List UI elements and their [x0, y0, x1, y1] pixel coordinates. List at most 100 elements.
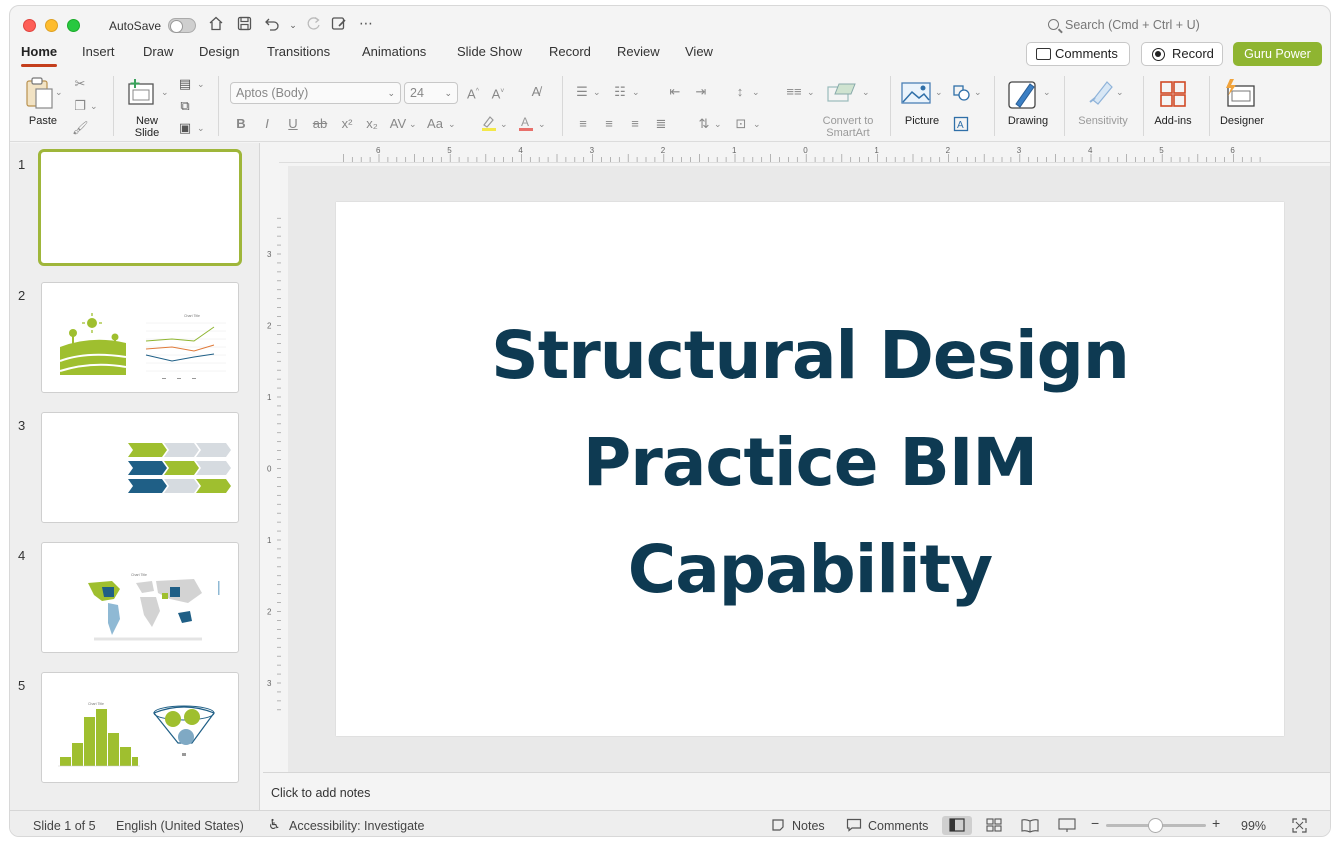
record-button[interactable]: Record — [1141, 42, 1223, 66]
change-case-icon[interactable]: Aa — [425, 116, 445, 132]
tab-slide-show[interactable]: Slide Show — [457, 44, 522, 70]
justify-icon[interactable]: ≣ — [652, 116, 670, 132]
tab-view[interactable]: View — [685, 44, 713, 70]
cut-icon[interactable]: ✂ — [72, 76, 88, 92]
notes-button[interactable]: Notes — [792, 819, 825, 833]
reset-slide-icon[interactable]: ⧉ — [176, 98, 194, 114]
text-box-icon[interactable]: A — [952, 116, 970, 136]
section-icon[interactable]: ▣ — [176, 120, 194, 136]
slide-thumbnail-5[interactable]: Chart Title — [41, 672, 239, 783]
underline-icon[interactable]: U — [286, 116, 300, 132]
align-left-icon[interactable]: ≡ — [574, 116, 592, 132]
line-spacing-dropdown-icon[interactable]: ⌄ — [752, 84, 760, 100]
align-text-dropdown-icon[interactable]: ⌄ — [753, 116, 761, 132]
new-slide-icon[interactable] — [127, 78, 157, 106]
tab-design[interactable]: Design — [199, 44, 239, 70]
zoom-window-button[interactable] — [67, 19, 80, 32]
strikethrough-icon[interactable]: ab — [311, 116, 329, 132]
format-painter-icon[interactable]: 🖌 — [72, 120, 89, 136]
slide-title[interactable]: Structural Design Practice BIM Capabilit… — [336, 302, 1284, 623]
font-color-dropdown-icon[interactable]: ⌄ — [538, 116, 546, 132]
increase-font-icon[interactable]: A^ — [465, 84, 481, 102]
language-indicator[interactable]: English (United States) — [116, 819, 244, 833]
shapes-dropdown-icon[interactable]: ⌄ — [974, 84, 982, 100]
guru-power-button[interactable]: Guru Power — [1233, 42, 1322, 66]
zoom-out-icon[interactable]: − — [1091, 816, 1099, 830]
tab-home[interactable]: Home — [21, 44, 58, 70]
undo-icon[interactable] — [262, 16, 282, 36]
highlight-dropdown-icon[interactable]: ⌄ — [500, 116, 508, 132]
numbering-dropdown-icon[interactable]: ⌄ — [632, 84, 640, 100]
change-case-dropdown-icon[interactable]: ⌄ — [448, 116, 456, 132]
slide-thumbnail-4[interactable]: Chart Title — [41, 542, 239, 653]
tab-draw[interactable]: Draw — [143, 44, 173, 70]
character-spacing-dropdown-icon[interactable]: ⌄ — [409, 116, 417, 132]
comments-icon[interactable] — [846, 818, 862, 835]
sensitivity-icon[interactable] — [1087, 78, 1115, 110]
close-window-button[interactable] — [23, 19, 36, 32]
layout-icon[interactable]: ▤ — [176, 76, 194, 92]
notes-icon[interactable] — [771, 818, 785, 835]
smartart-icon[interactable] — [827, 82, 857, 108]
drawing-icon[interactable] — [1008, 78, 1040, 114]
search-bar[interactable]: Search (Cmd + Ctrl + U) — [1048, 18, 1200, 32]
notes-pane[interactable]: Click to add notes — [263, 772, 1330, 810]
line-spacing-icon[interactable]: ↕ — [731, 84, 749, 100]
layout-dropdown-icon[interactable]: ⌄ — [197, 76, 205, 92]
superscript-icon[interactable]: x² — [339, 116, 355, 132]
bullets-dropdown-icon[interactable]: ⌄ — [593, 84, 601, 100]
text-direction-icon[interactable]: ⇅ — [695, 116, 713, 132]
tab-insert[interactable]: Insert — [82, 44, 115, 70]
drawing-dropdown-icon[interactable]: ⌄ — [1043, 84, 1051, 100]
save-icon[interactable] — [234, 16, 254, 36]
decrease-indent-icon[interactable]: ⇤ — [666, 84, 684, 100]
columns-dropdown-icon[interactable]: ⌄ — [807, 84, 815, 100]
sensitivity-dropdown-icon[interactable]: ⌄ — [1116, 84, 1124, 100]
paste-icon[interactable] — [24, 76, 56, 110]
bold-icon[interactable]: B — [234, 116, 248, 132]
comments-button[interactable]: Comments — [1026, 42, 1130, 66]
accessibility-status[interactable]: Accessibility: Investigate — [289, 819, 424, 833]
shapes-icon[interactable] — [952, 84, 972, 106]
tab-transitions[interactable]: Transitions — [267, 44, 330, 70]
italic-icon[interactable]: I — [260, 116, 274, 132]
slide-thumbnail-2[interactable]: Chart Title — [41, 282, 239, 393]
smartart-dropdown-icon[interactable]: ⌄ — [862, 84, 870, 100]
clear-formatting-icon[interactable]: A̸ — [527, 84, 545, 100]
slide-sorter-view-button[interactable] — [979, 816, 1009, 835]
font-size-field[interactable]: 24 ⌄ — [404, 82, 458, 104]
highlight-icon[interactable] — [480, 114, 498, 136]
tab-record[interactable]: Record — [549, 44, 591, 70]
font-color-icon[interactable]: A — [517, 114, 535, 136]
comments-status-button[interactable]: Comments — [868, 819, 928, 833]
tab-review[interactable]: Review — [617, 44, 660, 70]
new-slide-dropdown-icon[interactable]: ⌄ — [161, 84, 169, 100]
addins-icon[interactable] — [1159, 80, 1187, 112]
subscript-icon[interactable]: x₂ — [364, 116, 380, 132]
align-center-icon[interactable]: ≡ — [600, 116, 618, 132]
customize-toolbar-icon[interactable] — [329, 16, 349, 36]
reading-view-button[interactable] — [1015, 816, 1045, 835]
more-options-icon[interactable]: ⋯ — [356, 14, 376, 32]
current-slide[interactable]: Structural Design Practice BIM Capabilit… — [336, 202, 1284, 736]
zoom-level[interactable]: 99% — [1241, 819, 1266, 833]
copy-icon[interactable]: ❐ — [72, 98, 88, 114]
decrease-font-icon[interactable]: A˅ — [490, 84, 506, 102]
undo-dropdown-icon[interactable]: ⌄ — [283, 16, 303, 34]
text-direction-dropdown-icon[interactable]: ⌄ — [714, 116, 722, 132]
tab-animations[interactable]: Animations — [362, 44, 426, 70]
section-dropdown-icon[interactable]: ⌄ — [197, 120, 205, 136]
home-icon[interactable] — [206, 16, 226, 36]
redo-icon[interactable] — [303, 16, 323, 36]
columns-icon[interactable]: ≡≡ — [785, 84, 803, 100]
slide-thumbnail-1[interactable] — [38, 149, 242, 266]
zoom-in-icon[interactable]: + — [1212, 816, 1220, 830]
numbering-icon[interactable]: ☷ — [611, 84, 629, 100]
minimize-window-button[interactable] — [45, 19, 58, 32]
picture-dropdown-icon[interactable]: ⌄ — [935, 84, 943, 100]
normal-view-button[interactable] — [942, 816, 972, 835]
copy-dropdown-icon[interactable]: ⌄ — [90, 98, 98, 114]
character-spacing-icon[interactable]: AV — [388, 116, 408, 132]
zoom-slider-knob[interactable] — [1148, 818, 1163, 833]
fit-to-window-icon[interactable] — [1292, 818, 1307, 836]
